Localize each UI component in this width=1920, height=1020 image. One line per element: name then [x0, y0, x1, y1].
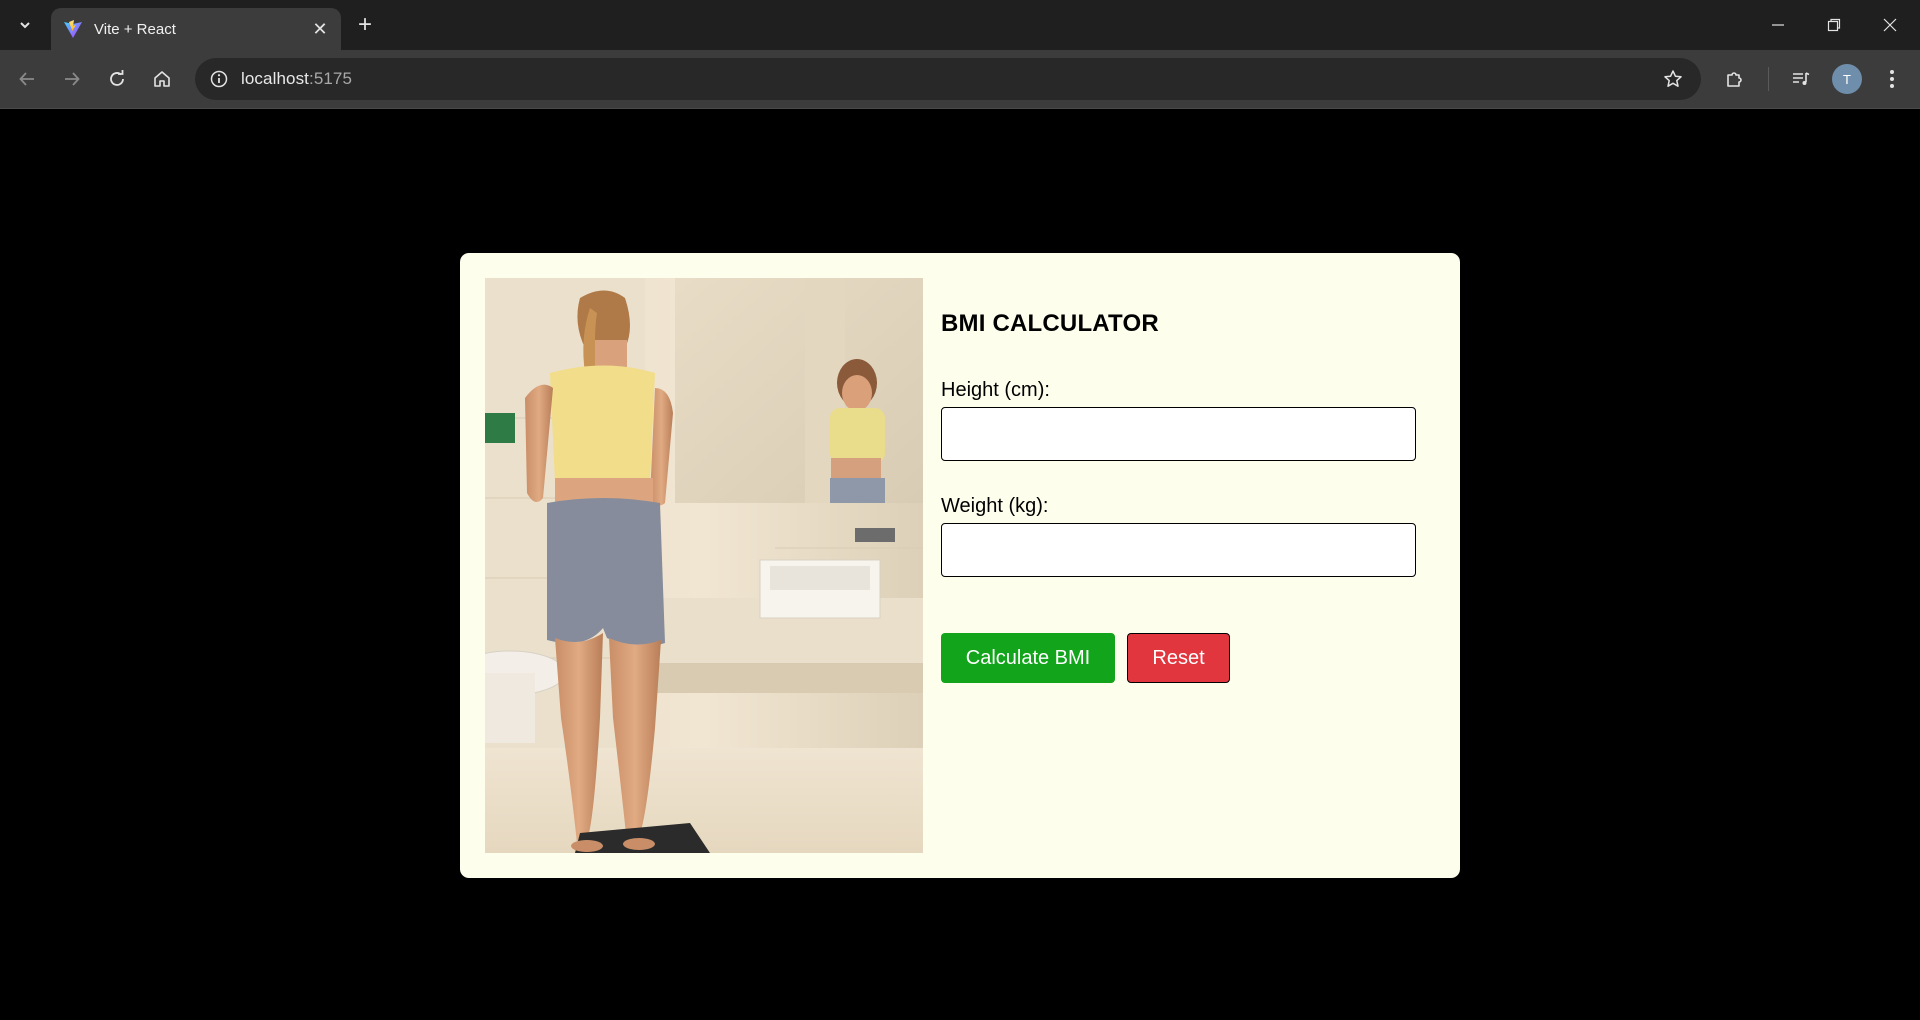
- back-arrow-icon[interactable]: [11, 63, 43, 95]
- tab-strip: Vite + React ✕ +: [0, 0, 1920, 50]
- minimize-icon[interactable]: [1750, 0, 1806, 50]
- kebab-menu-icon[interactable]: [1876, 63, 1908, 95]
- media-queue-icon[interactable]: [1785, 63, 1817, 95]
- restore-icon[interactable]: [1806, 0, 1862, 50]
- forward-arrow-icon[interactable]: [56, 63, 88, 95]
- close-icon[interactable]: ✕: [307, 16, 333, 42]
- star-icon[interactable]: [1657, 63, 1689, 95]
- tab-title: Vite + React: [94, 20, 176, 38]
- active-tab[interactable]: Vite + React ✕: [51, 8, 341, 50]
- weight-label: Weight (kg):: [941, 495, 1049, 517]
- reload-icon[interactable]: [101, 63, 133, 95]
- url-host: localhost: [241, 69, 309, 88]
- woman-on-scale-photo: [485, 278, 923, 853]
- page-title: BMI CALCULATOR: [941, 310, 1159, 337]
- home-icon[interactable]: [146, 63, 178, 95]
- avatar[interactable]: T: [1832, 64, 1862, 94]
- browser-toolbar: localhost:5175: [0, 50, 1920, 109]
- url-text: localhost:5175: [241, 69, 352, 89]
- reset-button[interactable]: Reset: [1127, 633, 1230, 683]
- address-bar[interactable]: localhost:5175: [195, 58, 1701, 100]
- bmi-card: BMI CALCULATOR Height (cm): Weight (kg):…: [460, 253, 1460, 878]
- weight-input[interactable]: [941, 523, 1416, 577]
- height-label: Height (cm):: [941, 379, 1050, 401]
- url-port: :5175: [309, 69, 353, 88]
- site-info-icon[interactable]: [203, 63, 235, 95]
- plus-icon[interactable]: +: [350, 10, 380, 40]
- height-input[interactable]: [941, 407, 1416, 461]
- extensions-icon[interactable]: [1719, 63, 1751, 95]
- close-window-icon[interactable]: [1862, 0, 1918, 50]
- vite-favicon-icon: [64, 20, 82, 38]
- tab-search-icon[interactable]: [12, 12, 38, 38]
- calculate-bmi-button[interactable]: Calculate BMI: [941, 633, 1115, 683]
- toolbar-divider: [1768, 67, 1769, 91]
